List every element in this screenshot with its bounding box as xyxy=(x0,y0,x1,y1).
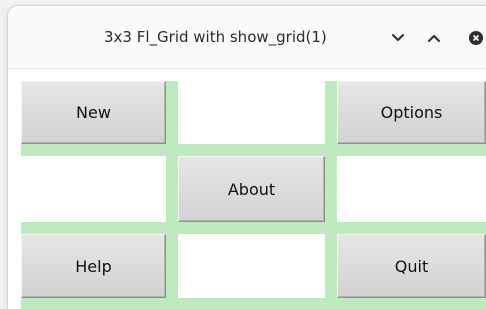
quit-button[interactable]: Quit xyxy=(337,234,486,298)
window-title: 3x3 Fl_Grid with show_grid(1) xyxy=(104,28,327,46)
chevron-down-icon xyxy=(392,34,404,41)
empty-cell xyxy=(21,156,166,222)
grid-area: New Options About Help Quit xyxy=(21,81,486,309)
app-window: 3x3 Fl_Grid with show_grid(1) New Option… xyxy=(8,6,486,309)
close-button[interactable] xyxy=(468,30,484,46)
about-button[interactable]: About xyxy=(178,156,325,222)
new-button[interactable]: New xyxy=(21,81,166,144)
empty-cell xyxy=(178,81,325,144)
title-bar[interactable]: 3x3 Fl_Grid with show_grid(1) xyxy=(8,6,486,69)
minimize-button[interactable] xyxy=(390,30,406,46)
window-content: New Options About Help Quit xyxy=(8,69,486,309)
empty-cell xyxy=(337,156,486,222)
options-button[interactable]: Options xyxy=(337,81,486,144)
empty-cell xyxy=(178,234,325,298)
maximize-button[interactable] xyxy=(426,30,442,46)
chevron-up-icon xyxy=(428,35,440,42)
close-icon xyxy=(469,31,483,45)
help-button[interactable]: Help xyxy=(21,234,166,298)
